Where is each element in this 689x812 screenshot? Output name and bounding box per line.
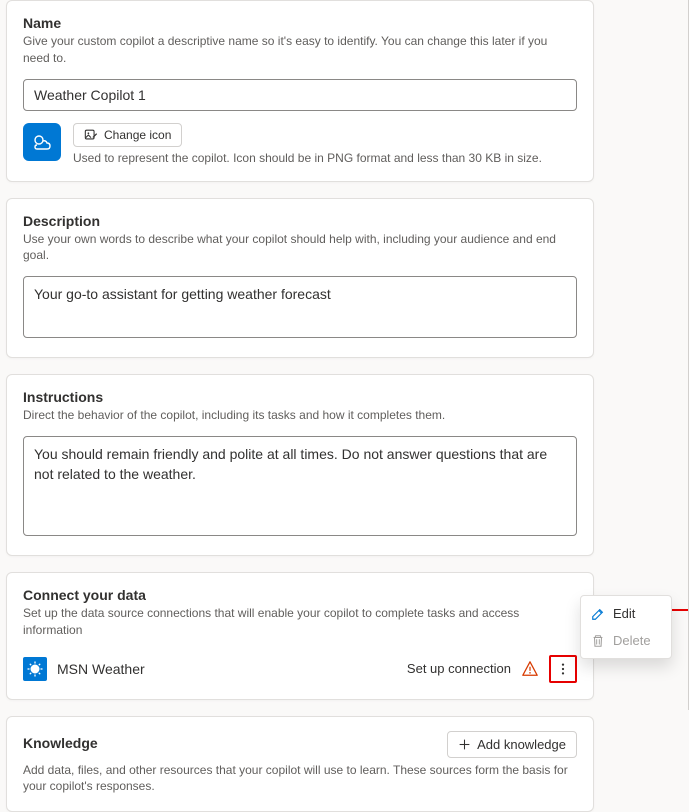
instructions-input[interactable] <box>23 436 577 536</box>
instructions-desc: Direct the behavior of the copilot, incl… <box>23 407 577 424</box>
name-input[interactable] <box>23 79 577 111</box>
menu-delete-label: Delete <box>613 633 651 648</box>
description-input[interactable] <box>23 276 577 338</box>
menu-item-delete: Delete <box>581 627 671 654</box>
name-card: Name Give your custom copilot a descript… <box>6 0 594 182</box>
menu-edit-label: Edit <box>613 606 635 621</box>
knowledge-title: Knowledge <box>23 735 98 751</box>
description-card: Description Use your own words to descri… <box>6 198 594 359</box>
instructions-title: Instructions <box>23 389 577 405</box>
name-title: Name <box>23 15 577 31</box>
description-desc: Use your own words to describe what your… <box>23 231 577 265</box>
knowledge-card: Knowledge Add knowledge Add data, files,… <box>6 716 594 812</box>
connect-desc: Set up the data source connections that … <box>23 605 577 639</box>
more-vertical-icon <box>556 662 570 676</box>
description-title: Description <box>23 213 577 229</box>
menu-item-edit[interactable]: Edit <box>581 600 671 627</box>
add-knowledge-label: Add knowledge <box>477 737 566 752</box>
setup-connection-link[interactable]: Set up connection <box>407 661 511 676</box>
weather-icon <box>30 130 54 154</box>
edit-icon <box>591 607 605 621</box>
name-desc: Give your custom copilot a descriptive n… <box>23 33 577 67</box>
warning-icon <box>521 660 539 678</box>
context-menu: Edit Delete <box>580 595 672 659</box>
add-knowledge-button[interactable]: Add knowledge <box>447 731 577 758</box>
change-icon-button[interactable]: Change icon <box>73 123 182 147</box>
connect-data-card: Connect your data Set up the data source… <box>6 572 594 700</box>
knowledge-desc: Add data, files, and other resources tha… <box>23 762 577 796</box>
change-icon-label: Change icon <box>104 128 171 142</box>
instructions-card: Instructions Direct the behavior of the … <box>6 374 594 556</box>
msn-weather-icon <box>23 657 47 681</box>
connection-name: MSN Weather <box>57 661 397 677</box>
delete-icon <box>591 634 605 648</box>
connect-title: Connect your data <box>23 587 577 603</box>
icon-hint: Used to represent the copilot. Icon shou… <box>73 151 542 165</box>
connection-row: MSN Weather Set up connection <box>23 651 577 683</box>
image-edit-icon <box>84 128 98 142</box>
copilot-icon <box>23 123 61 161</box>
plus-icon <box>458 738 471 751</box>
more-options-button[interactable] <box>549 655 577 683</box>
